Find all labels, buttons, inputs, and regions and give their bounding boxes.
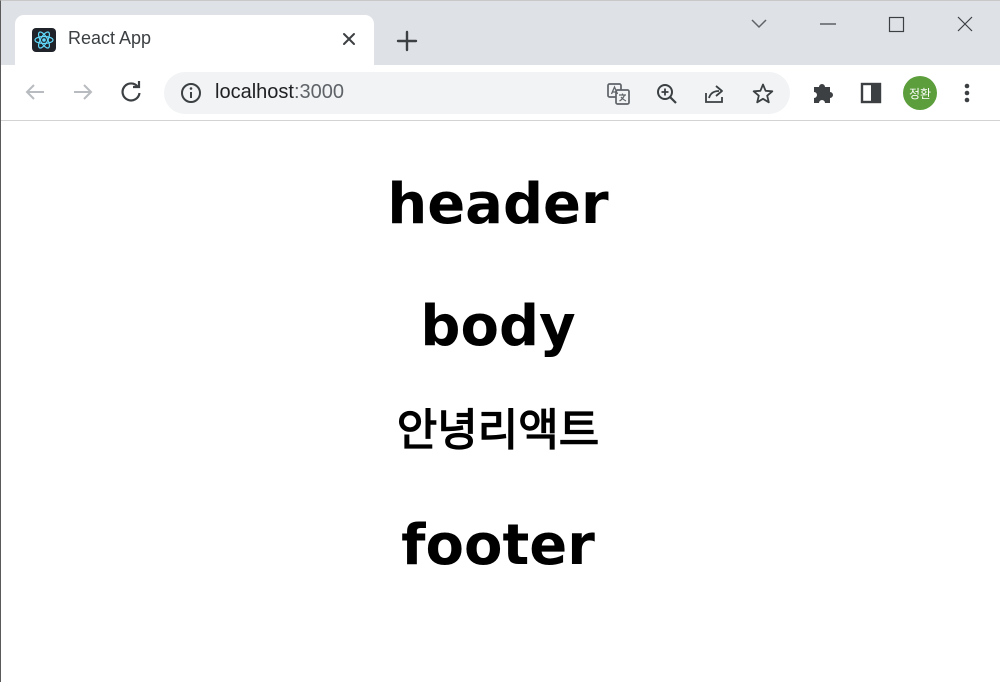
share-icon[interactable] xyxy=(702,81,728,107)
bookmark-star-icon[interactable] xyxy=(750,81,776,107)
tab-title: React App xyxy=(68,28,152,48)
tab-search-chevron-down-icon[interactable] xyxy=(737,9,781,39)
url-port: :3000 xyxy=(293,81,344,103)
url-text[interactable]: localhost:3000 xyxy=(215,81,344,104)
browser-toolbar: localhost:3000 정환 xyxy=(1,65,1000,121)
react-logo-icon xyxy=(32,28,56,52)
tab-react-app[interactable]: React App xyxy=(15,15,374,65)
zoom-icon[interactable] xyxy=(654,81,680,107)
page-content: header body 안녕리액트 footer xyxy=(1,121,1000,683)
side-panel-icon[interactable] xyxy=(857,79,885,107)
page-footer-heading: footer xyxy=(401,513,595,578)
page-body-heading: body xyxy=(420,294,576,359)
greeting-heading: 안녕리액트 xyxy=(396,405,600,456)
minimize-icon[interactable] xyxy=(806,9,850,39)
page-header-heading: header xyxy=(387,172,609,237)
reload-icon[interactable] xyxy=(116,77,146,107)
tab-strip: React App xyxy=(1,1,1000,65)
profile-avatar[interactable]: 정환 xyxy=(903,76,937,110)
maximize-icon[interactable] xyxy=(874,9,918,39)
new-tab-plus-icon[interactable] xyxy=(393,27,421,55)
back-arrow-icon[interactable] xyxy=(20,77,50,107)
more-menu-icon[interactable] xyxy=(953,79,981,107)
tab-close-icon[interactable] xyxy=(336,26,362,52)
address-bar[interactable]: localhost:3000 xyxy=(164,72,790,114)
forward-arrow-icon[interactable] xyxy=(68,77,98,107)
close-window-icon[interactable] xyxy=(943,9,987,39)
site-info-icon[interactable] xyxy=(180,82,202,104)
browser-window: React App localhost:3000 정환 header body … xyxy=(0,0,1000,682)
url-host: localhost xyxy=(215,81,294,103)
translate-icon[interactable] xyxy=(606,81,632,107)
extensions-puzzle-icon[interactable] xyxy=(809,79,837,107)
